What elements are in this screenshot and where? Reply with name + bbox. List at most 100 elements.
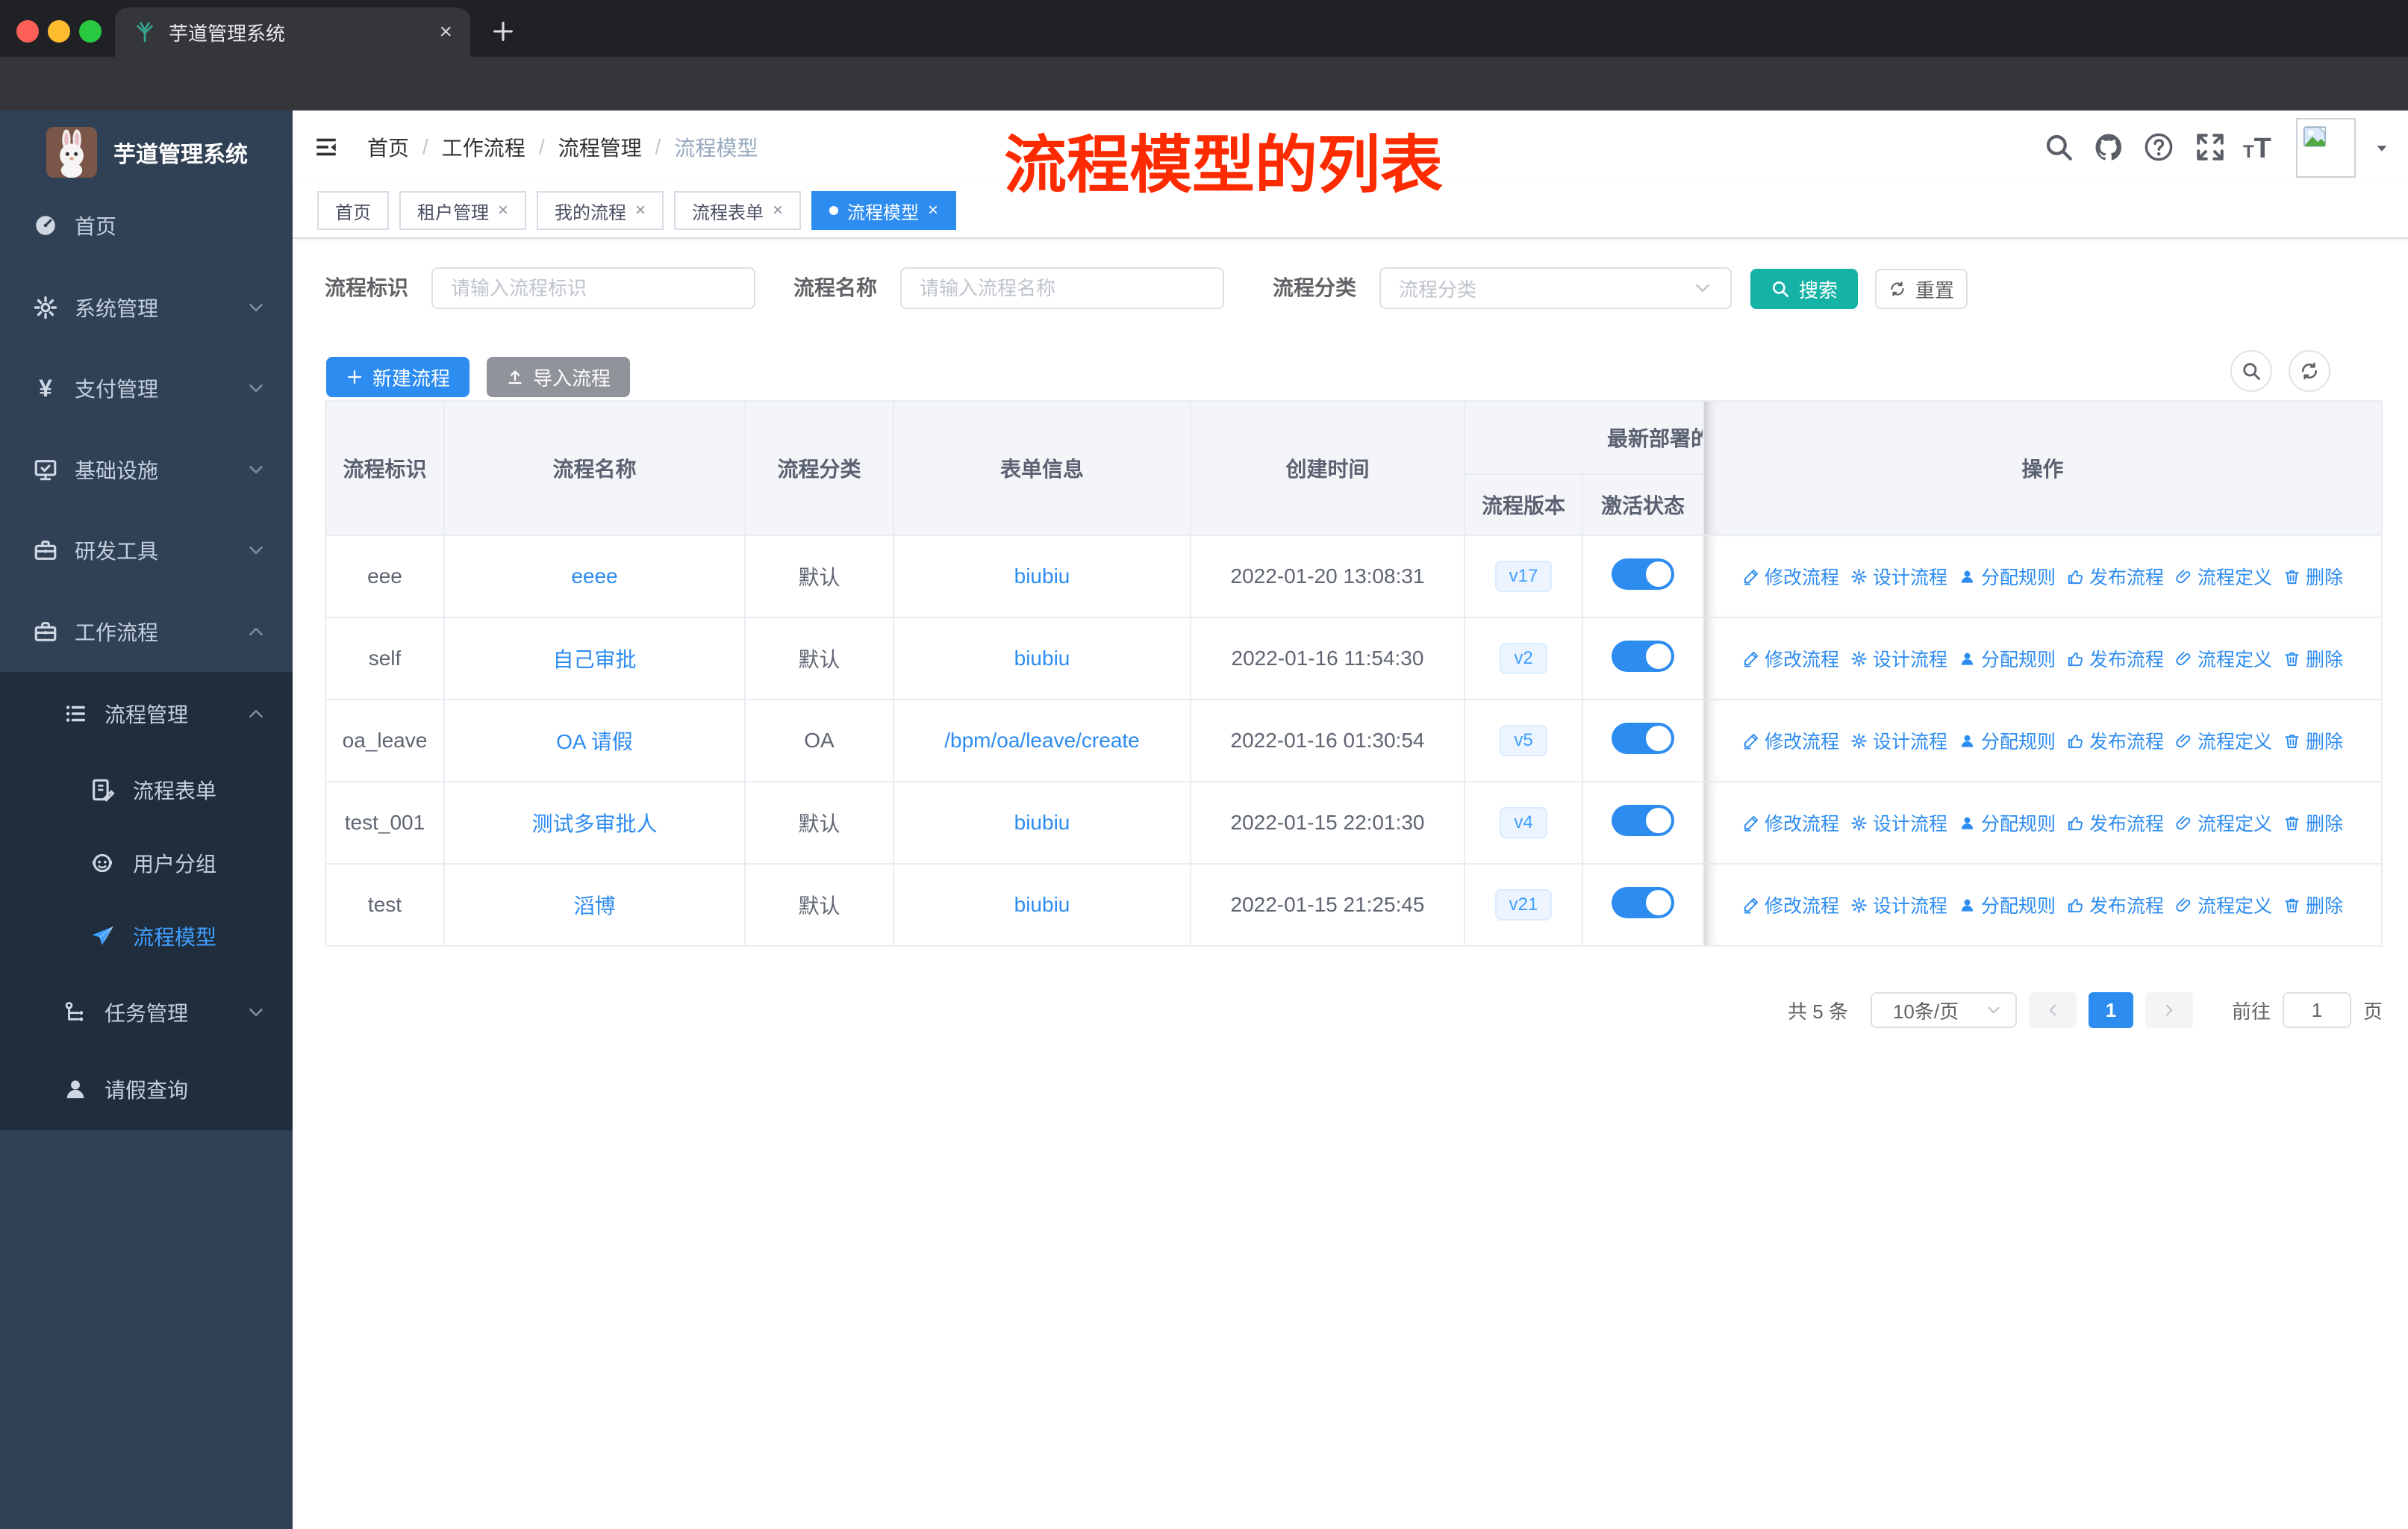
tag-home[interactable]: 首页 — [317, 191, 389, 230]
close-icon[interactable]: × — [928, 200, 938, 221]
next-page-button[interactable] — [2145, 992, 2193, 1028]
form-info-link[interactable]: /bpm/oa/leave/create — [944, 729, 1140, 752]
action-design-process[interactable]: 设计流程 — [1850, 727, 1947, 754]
action-delete[interactable]: 删除 — [2283, 727, 2343, 754]
process-name-link[interactable]: OA 请假 — [556, 730, 633, 753]
active-toggle[interactable] — [1612, 804, 1674, 836]
github-icon[interactable] — [2093, 131, 2124, 163]
action-edit-process[interactable]: 修改流程 — [1742, 809, 1839, 836]
page-number-1[interactable]: 1 — [2088, 992, 2133, 1028]
breadcrumb-process-management[interactable]: 流程管理 — [558, 132, 642, 162]
sidebar-item-workflow[interactable]: 工作流程 — [0, 591, 293, 672]
form-info-link[interactable]: biubiu — [1014, 647, 1070, 670]
show-search-toggle-button[interactable] — [2230, 350, 2272, 392]
action-design-process[interactable]: 设计流程 — [1850, 891, 1947, 918]
close-icon[interactable]: × — [498, 200, 508, 221]
active-toggle[interactable] — [1612, 640, 1674, 672]
tag-tenant-management[interactable]: 租户管理 × — [399, 191, 527, 230]
refresh-table-button[interactable] — [2289, 350, 2330, 392]
process-name-link[interactable]: 测试多审批人 — [531, 812, 657, 835]
version-badge[interactable]: v4 — [1500, 807, 1547, 838]
action-process-definition[interactable]: 流程定义 — [2175, 645, 2272, 672]
action-edit-process[interactable]: 修改流程 — [1742, 563, 1839, 590]
create-process-button[interactable]: 新建流程 — [326, 357, 470, 397]
version-badge[interactable]: v2 — [1500, 643, 1547, 674]
action-design-process[interactable]: 设计流程 — [1850, 563, 1947, 590]
action-process-definition[interactable]: 流程定义 — [2175, 563, 2272, 590]
font-size-icon[interactable]: TT — [2243, 133, 2271, 165]
action-assign-rule[interactable]: 分配规则 — [1959, 645, 2056, 672]
sidebar-item-payment[interactable]: ¥ 支付管理 — [0, 348, 293, 429]
filter-name-input[interactable] — [900, 267, 1224, 309]
sidebar-item-infrastructure[interactable]: 基础设施 — [0, 429, 293, 510]
action-design-process[interactable]: 设计流程 — [1850, 809, 1947, 836]
action-process-definition[interactable]: 流程定义 — [2175, 727, 2272, 754]
window-zoom-button[interactable] — [79, 20, 102, 43]
form-info-link[interactable]: biubiu — [1014, 811, 1070, 834]
close-icon[interactable]: × — [773, 200, 783, 221]
active-toggle[interactable] — [1612, 558, 1674, 590]
action-publish-process[interactable]: 发布流程 — [2067, 563, 2164, 590]
sidebar-item-system[interactable]: 系统管理 — [0, 267, 293, 348]
tag-my-process[interactable]: 我的流程 × — [537, 191, 664, 230]
active-toggle[interactable] — [1612, 886, 1674, 918]
import-process-button[interactable]: 导入流程 — [487, 357, 630, 397]
avatar[interactable] — [2296, 118, 2356, 178]
breadcrumb-home[interactable]: 首页 — [367, 132, 409, 162]
close-icon[interactable]: × — [635, 200, 646, 221]
active-toggle[interactable] — [1612, 722, 1674, 754]
form-info-link[interactable]: biubiu — [1014, 893, 1070, 916]
sidebar-item-dev-tools[interactable]: 研发工具 — [0, 510, 293, 591]
action-edit-process[interactable]: 修改流程 — [1742, 727, 1839, 754]
action-assign-rule[interactable]: 分配规则 — [1959, 809, 2056, 836]
window-minimize-button[interactable] — [48, 20, 70, 43]
sidebar-item-process-model[interactable]: 流程模型 — [0, 896, 293, 977]
action-process-definition[interactable]: 流程定义 — [2175, 809, 2272, 836]
tab-close-icon[interactable]: × — [439, 19, 452, 45]
sidebar-item-leave-query[interactable]: 请假查询 — [0, 1049, 293, 1130]
help-icon[interactable] — [2143, 131, 2174, 163]
action-delete[interactable]: 删除 — [2283, 645, 2343, 672]
version-badge[interactable]: v21 — [1494, 889, 1553, 921]
filter-category-select[interactable]: 流程分类 — [1379, 267, 1732, 309]
action-publish-process[interactable]: 发布流程 — [2067, 809, 2164, 836]
search-button[interactable]: 搜索 — [1750, 269, 1858, 309]
sidebar-item-process-management[interactable]: 流程管理 — [0, 673, 293, 754]
reset-button[interactable]: 重置 — [1875, 269, 1968, 309]
action-assign-rule[interactable]: 分配规则 — [1959, 891, 2056, 918]
action-assign-rule[interactable]: 分配规则 — [1959, 727, 2056, 754]
sidebar-item-process-form[interactable]: 流程表单 — [0, 750, 293, 830]
sidebar-item-home[interactable]: 首页 — [0, 185, 293, 266]
header-search-icon[interactable] — [2043, 131, 2074, 163]
new-tab-button[interactable] — [487, 15, 520, 48]
breadcrumb-workflow[interactable]: 工作流程 — [442, 132, 525, 162]
sidebar-item-user-group[interactable]: 用户分组 — [0, 823, 293, 903]
prev-page-button[interactable] — [2028, 992, 2077, 1028]
form-info-link[interactable]: biubiu — [1014, 564, 1070, 588]
window-close-button[interactable] — [16, 20, 39, 43]
action-edit-process[interactable]: 修改流程 — [1742, 891, 1839, 918]
action-design-process[interactable]: 设计流程 — [1850, 645, 1947, 672]
version-badge[interactable]: v5 — [1500, 725, 1547, 756]
action-publish-process[interactable]: 发布流程 — [2067, 727, 2164, 754]
tag-process-form[interactable]: 流程表单 × — [674, 191, 802, 230]
process-name-link[interactable]: eeee — [571, 564, 617, 588]
process-name-link[interactable]: 自己审批 — [552, 648, 636, 671]
goto-page-input[interactable] — [2282, 992, 2351, 1028]
action-delete[interactable]: 删除 — [2283, 809, 2343, 836]
page-size-select[interactable]: 10条/页 — [1870, 992, 2017, 1028]
action-assign-rule[interactable]: 分配规则 — [1959, 563, 2056, 590]
tag-process-model[interactable]: 流程模型 × — [811, 191, 957, 230]
fullscreen-icon[interactable] — [2195, 131, 2226, 163]
action-delete[interactable]: 删除 — [2283, 563, 2343, 590]
avatar-caret-down-icon[interactable] — [2374, 140, 2390, 157]
action-edit-process[interactable]: 修改流程 — [1742, 645, 1839, 672]
action-process-definition[interactable]: 流程定义 — [2175, 891, 2272, 918]
sidebar-collapse-button[interactable] — [312, 134, 340, 160]
action-publish-process[interactable]: 发布流程 — [2067, 645, 2164, 672]
action-delete[interactable]: 删除 — [2283, 891, 2343, 918]
action-publish-process[interactable]: 发布流程 — [2067, 891, 2164, 918]
browser-tab[interactable]: 芋道管理系统 × — [115, 7, 470, 57]
sidebar-item-task-management[interactable]: 任务管理 — [0, 972, 293, 1053]
process-name-link[interactable]: 滔博 — [573, 894, 615, 918]
